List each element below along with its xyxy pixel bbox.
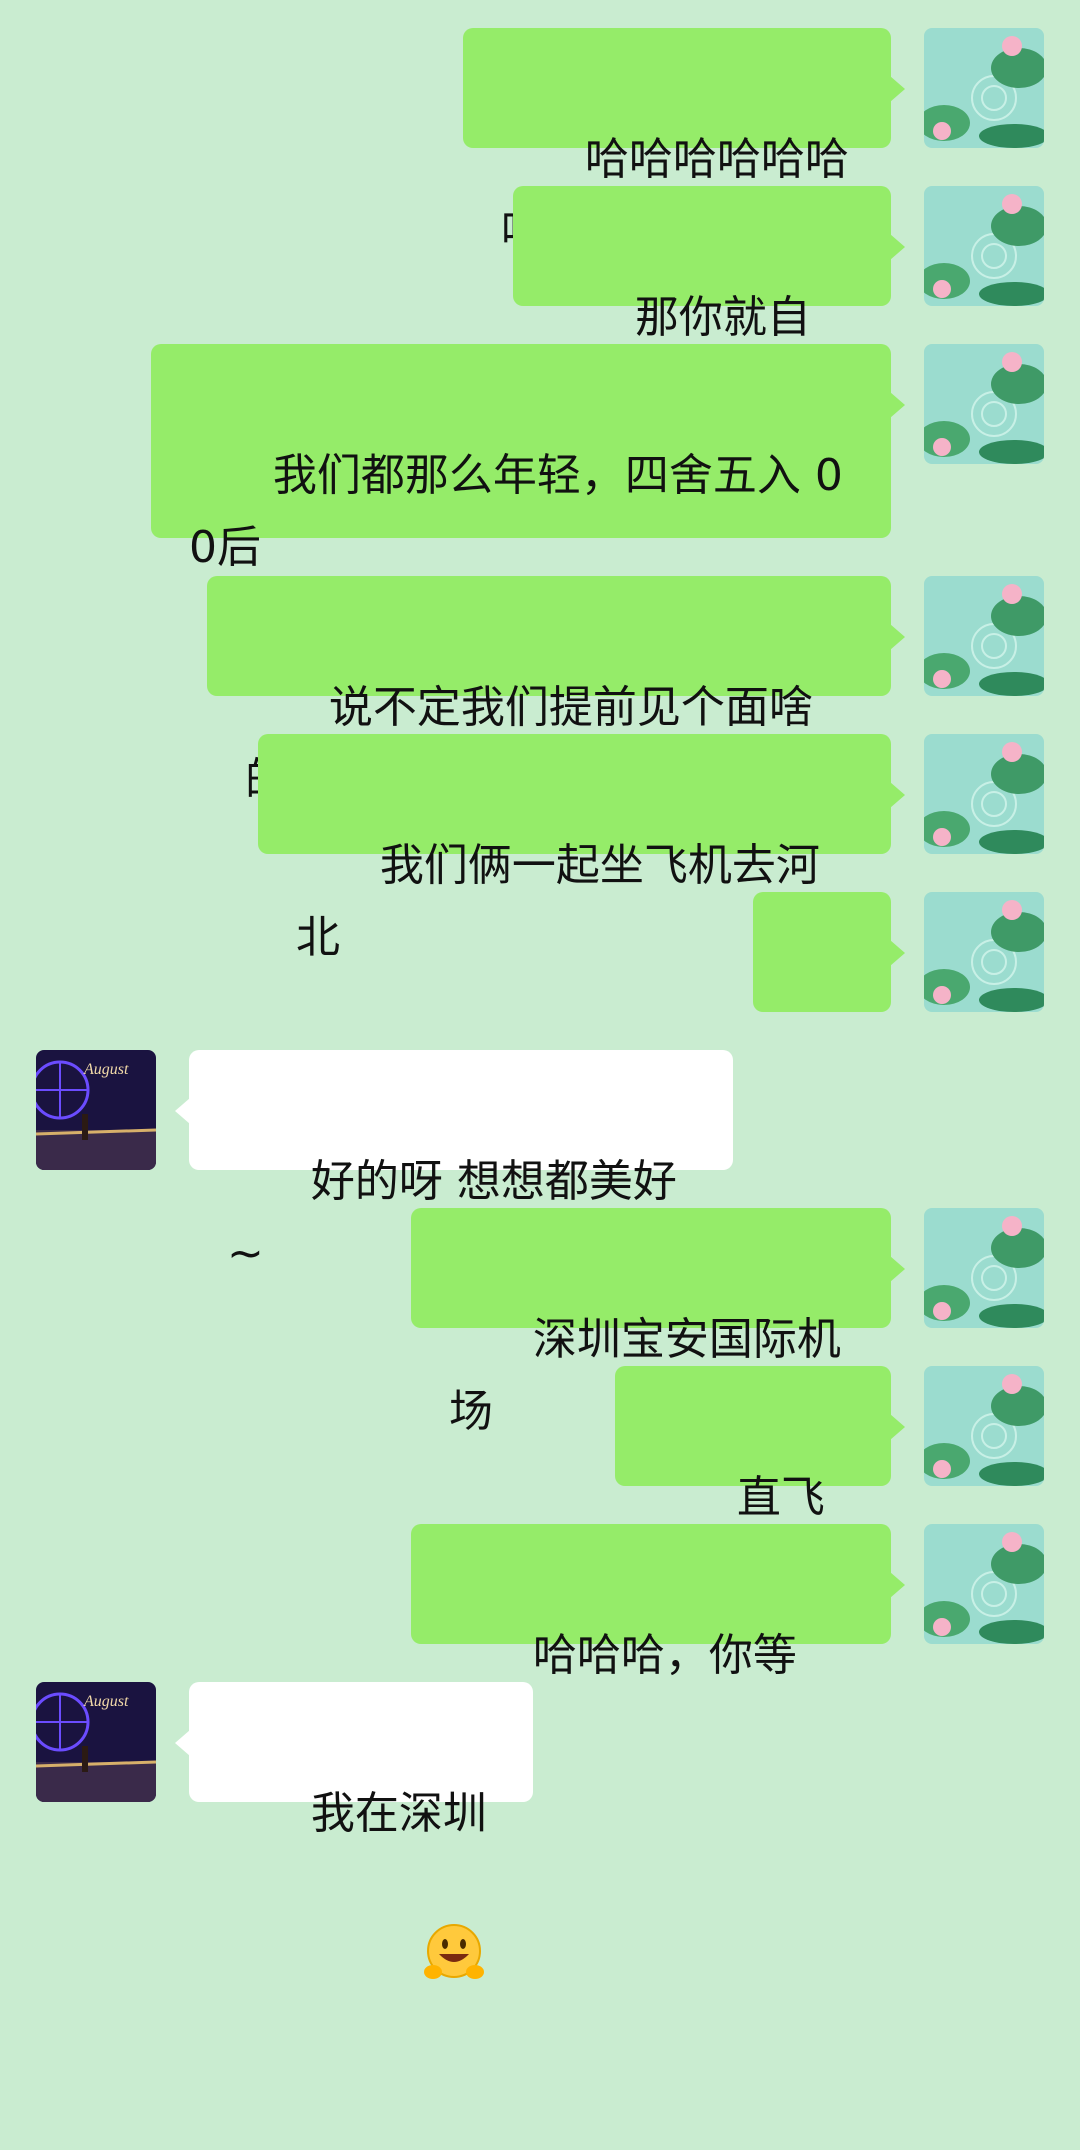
ferris-wheel-night-avatar-icon: August — [36, 1050, 156, 1170]
svg-text:August: August — [83, 1693, 129, 1710]
my-avatar[interactable] — [924, 892, 1044, 1012]
lotus-pond-avatar-icon — [924, 576, 1044, 696]
my-avatar[interactable] — [924, 1524, 1044, 1644]
message-bubble[interactable]: 那你就自己来 — [513, 186, 905, 415]
lotus-pond-avatar-icon — [924, 186, 1044, 306]
my-avatar[interactable] — [924, 1208, 1044, 1328]
message-bubble[interactable]: 哈哈哈，你等我！ — [411, 1524, 905, 1753]
message-bubble[interactable]: 说不定我们提前见个面啥的 — [207, 576, 905, 805]
ferris-wheel-night-avatar-icon: August — [36, 1682, 156, 1802]
chat-window: 哈哈哈哈哈哈哈 那你就自己来 — [0, 0, 1080, 1979]
message-text: 我们俩一起坐飞机去河北 — [296, 840, 820, 963]
message-text: 我们都那么年轻，四舍五入 00后 — [189, 450, 843, 573]
grin-hands-emoji-icon — [311, 1850, 485, 2078]
my-avatar[interactable] — [924, 734, 1044, 854]
message-bubble[interactable]: 我们俩一起坐飞机去河北 — [258, 734, 905, 963]
lotus-pond-avatar-icon — [924, 1208, 1044, 1328]
message-bubble[interactable]: 哈哈哈哈哈哈哈 — [463, 28, 905, 257]
lotus-pond-avatar-icon — [924, 734, 1044, 854]
message-text: 我在深圳 — [310, 1788, 487, 1839]
lotus-pond-avatar-icon — [924, 1366, 1044, 1486]
message-bubble[interactable]: 我在深圳 — [175, 1682, 533, 1979]
my-avatar[interactable] — [924, 576, 1044, 696]
my-avatar[interactable] — [924, 344, 1044, 464]
lotus-pond-avatar-icon — [924, 892, 1044, 1012]
message-bubble[interactable]: 我们都那么年轻，四舍五入 00后 — [151, 344, 905, 573]
message-bubble[interactable]: 好的呀 想想都美好 ~ — [175, 1050, 733, 1279]
message-bubble[interactable]: 直飞河北 — [615, 1366, 905, 1595]
contact-avatar[interactable]: August — [36, 1050, 156, 1170]
lotus-pond-avatar-icon — [924, 1524, 1044, 1644]
svg-text:August: August — [83, 1061, 129, 1078]
message-bubble[interactable]: 深圳宝安国际机场 — [411, 1208, 905, 1437]
contact-avatar[interactable]: August — [36, 1682, 156, 1802]
lotus-pond-avatar-icon — [924, 344, 1044, 464]
lotus-pond-avatar-icon — [924, 28, 1044, 148]
message-bubble[interactable] — [753, 892, 905, 1270]
my-avatar[interactable] — [924, 186, 1044, 306]
my-avatar[interactable] — [924, 28, 1044, 148]
my-avatar[interactable] — [924, 1366, 1044, 1486]
